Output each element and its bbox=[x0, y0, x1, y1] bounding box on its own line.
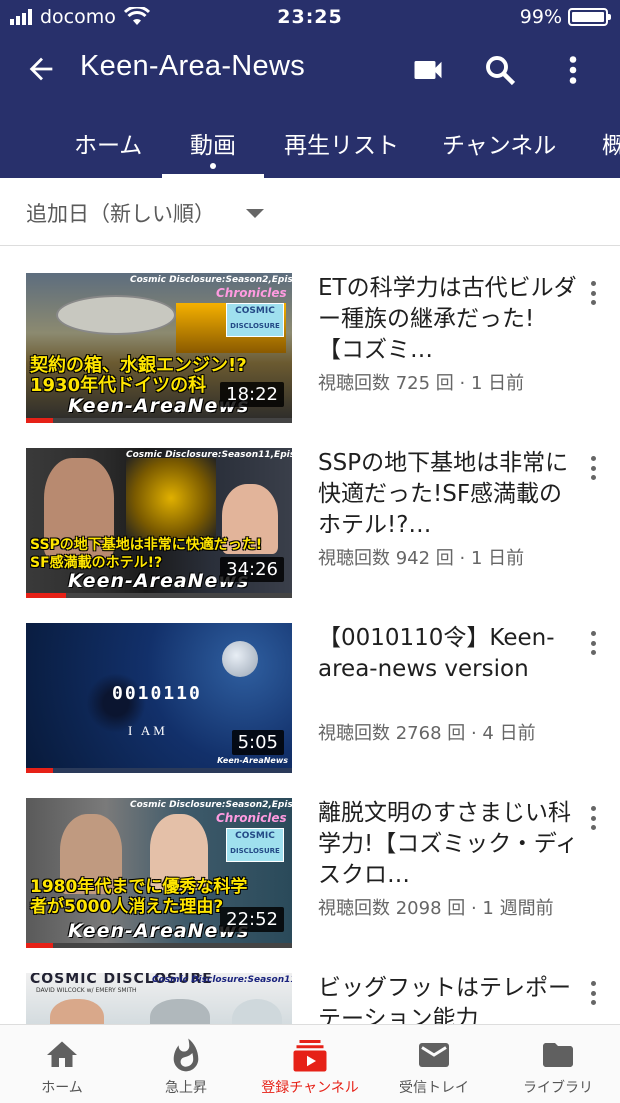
bottom-navigation: ホーム 急上昇 登録チャンネル 受信トレイ ライブラリ bbox=[0, 1024, 620, 1103]
nav-trending[interactable]: 急上昇 bbox=[124, 1025, 248, 1103]
battery-percent: 99% bbox=[519, 6, 562, 28]
nav-subscriptions[interactable]: 登録チャンネル bbox=[248, 1025, 372, 1103]
nav-label[interactable]: 受信トレイ bbox=[372, 1077, 496, 1097]
video-item[interactable]: Cosmic Disclosure:Season2,Episode5 Chron… bbox=[0, 273, 620, 449]
flame-icon[interactable] bbox=[168, 1037, 204, 1073]
video-duration: 5:05 bbox=[231, 730, 284, 755]
active-tab-dot bbox=[210, 163, 216, 169]
thumbnail-caption: SSPの地下基地は非常に快適だった! bbox=[30, 537, 263, 553]
thumbnail-caption: 契約の箱、水銀エンジン!? bbox=[30, 355, 247, 376]
back-arrow-icon[interactable] bbox=[24, 52, 58, 86]
channel-tabs: ホーム 動画 再生リスト チャンネル 概 bbox=[0, 106, 620, 178]
video-thumbnail[interactable]: COSMIC DISCLOSURE Cosmic Disclosure:Seas… bbox=[26, 973, 292, 1024]
chronicles-label: Chronicles bbox=[216, 286, 287, 300]
video-duration: 34:26 bbox=[220, 557, 284, 582]
nav-library[interactable]: ライブラリ bbox=[496, 1025, 620, 1103]
tab-videos[interactable]: 動画 bbox=[190, 126, 236, 160]
tab-about[interactable]: 概 bbox=[602, 126, 620, 160]
search-icon[interactable] bbox=[482, 52, 518, 88]
sort-label[interactable]: 追加日（新しい順） bbox=[26, 198, 215, 228]
video-thumbnail[interactable]: 0010110 I AM Keen-AreaNews 5:05 bbox=[26, 623, 292, 773]
video-duration: 22:52 bbox=[220, 907, 284, 932]
nav-label[interactable]: ホーム bbox=[0, 1077, 124, 1097]
video-meta: 視聴回数 2768 回 · 4 日前 bbox=[318, 723, 536, 744]
tab-home[interactable]: ホーム bbox=[74, 126, 142, 160]
watch-progress-bar bbox=[26, 943, 292, 948]
thumbnail-subcaption: DAVID WILCOCK w/ EMERY SMITH bbox=[36, 987, 137, 994]
tab-channels[interactable]: チャンネル bbox=[442, 126, 556, 160]
watch-progress-fill bbox=[26, 943, 53, 948]
video-thumbnail[interactable]: Cosmic Disclosure:Season2,Episode5 Chron… bbox=[26, 273, 292, 423]
episode-tag: Cosmic Disclosure:Season2,Episode4 bbox=[130, 800, 292, 810]
video-meta: 視聴回数 725 回 · 1 日前 bbox=[318, 373, 525, 394]
video-item[interactable]: Cosmic Disclosure:Season2,Episode4 Chron… bbox=[0, 798, 620, 974]
moon-image bbox=[222, 641, 258, 677]
tab-playlists[interactable]: 再生リスト bbox=[284, 126, 399, 160]
episode-tag: Cosmic Disclosure:Season11,Episode9 bbox=[126, 450, 292, 460]
episode-tag: Cosmic Disclosure:Season2,Episode5 bbox=[130, 275, 292, 285]
nav-label[interactable]: 急上昇 bbox=[124, 1077, 248, 1097]
video-item[interactable]: 0010110 I AM Keen-AreaNews 5:05 【0010110… bbox=[0, 623, 620, 799]
nav-label[interactable]: ライブラリ bbox=[496, 1077, 620, 1097]
video-item[interactable]: Cosmic Disclosure:Season11,Episode9 SSPの… bbox=[0, 448, 620, 624]
video-thumbnail[interactable]: Cosmic Disclosure:Season11,Episode9 SSPの… bbox=[26, 448, 292, 598]
thumbnail-caption: I AM bbox=[128, 723, 168, 738]
video-title[interactable]: ETの科学力は古代ビルダー種族の継承だった!【コズミ… bbox=[318, 273, 580, 366]
nav-home[interactable]: ホーム bbox=[0, 1025, 124, 1103]
video-duration: 18:22 bbox=[220, 382, 284, 407]
watch-progress-bar bbox=[26, 418, 292, 423]
subscriptions-icon[interactable] bbox=[292, 1037, 328, 1073]
video-thumbnail[interactable]: Cosmic Disclosure:Season2,Episode4 Chron… bbox=[26, 798, 292, 948]
thumbnail-caption: 1980年代までに優秀な科学 bbox=[30, 877, 248, 897]
episode-tag: Cosmic Disclosure:Season11,Episode9 bbox=[152, 975, 292, 985]
video-camera-icon[interactable] bbox=[410, 52, 446, 88]
cosmic-disclosure-logo: COSMIC DISCLOSURE bbox=[226, 828, 284, 862]
watch-progress-fill bbox=[26, 593, 66, 598]
status-bar: docomo 23:25 99% bbox=[0, 0, 620, 36]
watch-progress-fill bbox=[26, 768, 53, 773]
video-item[interactable]: COSMIC DISCLOSURE Cosmic Disclosure:Seas… bbox=[0, 973, 620, 1024]
nav-label[interactable]: 登録チャンネル bbox=[248, 1077, 372, 1097]
mail-icon[interactable] bbox=[416, 1037, 452, 1073]
more-vert-icon[interactable] bbox=[590, 981, 596, 1005]
more-vert-icon[interactable] bbox=[590, 456, 596, 480]
thumbnail-caption: 1930年代ドイツの科 bbox=[30, 375, 207, 396]
brand-watermark: Keen-AreaNews bbox=[217, 756, 288, 765]
more-vert-icon[interactable] bbox=[590, 281, 596, 305]
more-vert-icon[interactable] bbox=[590, 631, 596, 655]
video-title[interactable]: 離脱文明のすさまじい科学力!【コズミック・ディスクロ… bbox=[318, 798, 580, 891]
video-meta: 視聴回数 942 回 · 1 日前 bbox=[318, 548, 525, 569]
video-list: Cosmic Disclosure:Season2,Episode5 Chron… bbox=[0, 246, 620, 1024]
sort-dropdown[interactable]: 追加日（新しい順） bbox=[0, 178, 620, 246]
thumbnail-caption: 者が5000人消えた理由? bbox=[30, 897, 224, 917]
folder-icon[interactable] bbox=[540, 1037, 576, 1073]
battery-icon bbox=[568, 8, 611, 26]
home-icon[interactable] bbox=[44, 1037, 80, 1073]
video-title[interactable]: 【0010110令】Keen-area-news version bbox=[318, 623, 580, 716]
video-title[interactable]: ビッグフットはテレポーテーション能力 bbox=[318, 973, 580, 1024]
chronicles-label: Chronicles bbox=[216, 811, 287, 825]
watch-progress-bar bbox=[26, 768, 292, 773]
watch-progress-bar bbox=[26, 593, 292, 598]
watch-progress-fill bbox=[26, 418, 53, 423]
dropdown-caret-icon[interactable] bbox=[246, 209, 264, 218]
more-vert-icon[interactable] bbox=[590, 806, 596, 830]
nav-inbox[interactable]: 受信トレイ bbox=[372, 1025, 496, 1103]
thumbnail-code-text: 0010110 bbox=[112, 683, 202, 704]
more-vert-icon[interactable] bbox=[555, 52, 591, 88]
channel-title: Keen-Area-News bbox=[80, 50, 306, 82]
cosmic-disclosure-logo: COSMIC DISCLOSURE bbox=[226, 303, 284, 337]
video-meta: 視聴回数 2098 回 · 1 週間前 bbox=[318, 898, 554, 919]
video-title[interactable]: SSPの地下基地は非常に快適だった!SF感満載のホテル!?… bbox=[318, 448, 580, 541]
app-bar: Keen-Area-News bbox=[0, 36, 620, 106]
